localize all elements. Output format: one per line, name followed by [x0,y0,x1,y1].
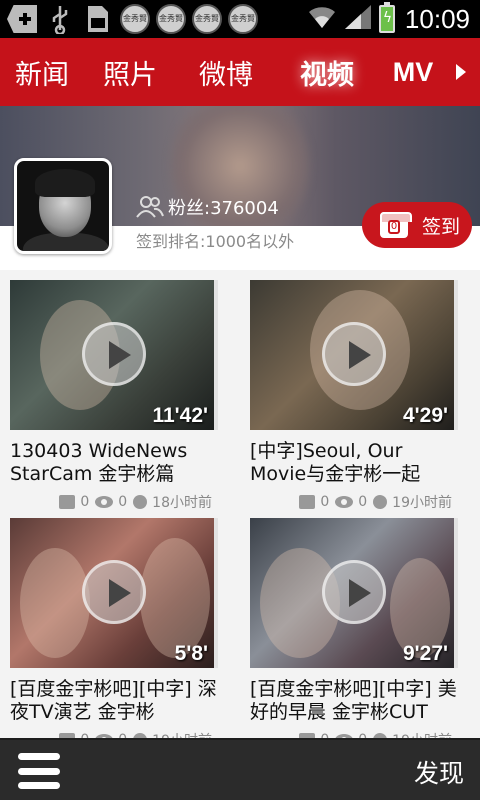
video-card[interactable]: 5'8' [百度金宇彬吧][中字] 深 夜TV演艺 金宇彬 0 0 19小时前 [10,518,222,738]
fans-count: 粉丝:376004 [136,194,279,220]
checkin-label: 签到 [422,215,461,238]
video-card[interactable]: 11'42' 130403 WideNews StarCam 金宇彬篇 0 0 … [10,280,222,512]
comment-count: 0 [80,494,90,510]
video-card[interactable]: 9'27' [百度金宇彬吧][中字] 美 好的早晨 金宇彬CUT 0 0 19小… [250,518,462,738]
video-title[interactable]: 130403 WideNews StarCam 金宇彬篇 [10,440,222,486]
video-title[interactable]: [百度金宇彬吧][中字] 深 夜TV演艺 金宇彬 [10,678,222,724]
play-icon[interactable] [82,560,146,624]
video-meta: 0 0 18小时前 [10,492,222,512]
tabs-scroll-right-icon[interactable] [456,64,466,80]
views-icon [95,496,114,508]
video-thumbnail[interactable]: 11'42' [10,280,218,430]
view-count: 0 [118,494,128,510]
tab-photos[interactable]: 照片 [82,38,178,106]
sd-card-icon [82,3,114,35]
post-time: 18小时前 [152,495,212,511]
tab-mv[interactable]: MV [380,38,446,106]
clock-icon [373,495,388,509]
discover-button[interactable]: 发现 [414,754,464,790]
comment-icon [299,495,316,509]
fans-icon [136,196,164,218]
clock-icon [133,495,148,509]
usb-icon [44,3,76,35]
notification-avatar: 金秀賢 [228,4,258,34]
post-time: 19小时前 [392,495,452,511]
video-thumbnail[interactable]: 4'29' [250,280,458,430]
tab-weibo[interactable]: 微博 [178,38,274,106]
comment-count: 0 [320,494,330,510]
views-icon [335,496,354,508]
status-bar: 金秀賢 金秀賢 金秀賢 金秀賢 ϟ 10:09 [0,0,480,38]
video-duration: 9'27' [402,642,448,665]
notification-avatar: 金秀賢 [192,4,222,34]
notification-avatar: 金秀賢 [120,4,150,34]
wifi-icon [307,4,337,34]
checkin-button[interactable]: 0 签到 [362,202,472,248]
video-thumbnail[interactable]: 5'8' [10,518,218,668]
clock-time: 10:09 [404,3,470,34]
menu-icon[interactable] [18,750,60,792]
video-duration: 11'42' [152,404,208,427]
post-time: 19小时前 [392,730,452,738]
comment-icon [59,495,76,509]
video-meta: 0 0 19小时前 [250,492,462,512]
video-duration: 4'29' [402,404,448,427]
checkin-rank: 签到排名:1000名以外 [136,232,295,251]
signal-icon [343,3,373,35]
battery-icon: ϟ [378,2,395,33]
video-title[interactable]: [百度金宇彬吧][中字] 美 好的早晨 金宇彬CUT [250,678,462,724]
tab-news[interactable]: 新闻 [2,38,82,106]
avatar[interactable] [14,158,112,254]
video-duration: 5'8' [174,642,208,665]
tab-videos[interactable]: 视频 [274,38,380,106]
profile-header: 粉丝:376004 签到排名:1000名以外 0 签到 [0,106,480,270]
play-icon[interactable] [322,560,386,624]
calendar-icon: 0 [380,212,412,238]
play-icon[interactable] [82,322,146,386]
video-thumbnail[interactable]: 9'27' [250,518,458,668]
video-title[interactable]: [中字]Seoul, Our Movie与金宇彬一起 [250,440,462,486]
category-tabs: 新闻 照片 微博 视频 MV [0,38,480,106]
bottom-bar: 发现 [0,738,480,800]
video-meta: 0 0 19小时前 [10,730,222,738]
video-meta: 0 0 19小时前 [250,730,462,738]
notification-avatar: 金秀賢 [156,4,186,34]
play-icon[interactable] [322,322,386,386]
fans-text: 粉丝:376004 [168,198,279,219]
video-grid: 11'42' 130403 WideNews StarCam 金宇彬篇 0 0 … [0,270,480,738]
video-card[interactable]: 4'29' [中字]Seoul, Our Movie与金宇彬一起 0 0 19小… [250,280,462,512]
view-count: 0 [358,494,368,510]
add-notification-icon [6,3,38,35]
post-time: 19小时前 [152,730,212,738]
